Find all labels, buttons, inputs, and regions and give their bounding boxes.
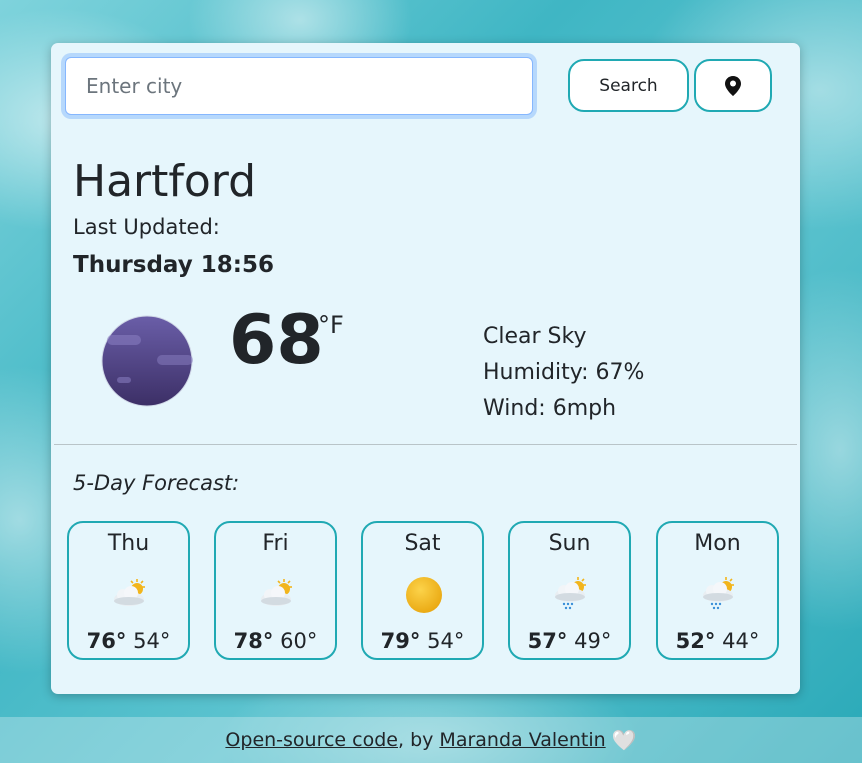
temperature-unit-toggle[interactable]: °F [318, 311, 344, 339]
rain-cloud-sun-icon [703, 577, 734, 610]
forecast-day-name: Mon [694, 531, 741, 556]
forecast-low: 60° [280, 629, 318, 653]
forecast-low: 44° [722, 629, 760, 653]
weather-card: Search Hartford Last Updated: Thursday 1… [51, 43, 800, 694]
humidity-value: Humidity: 67% [483, 360, 645, 385]
forecast-day-name: Sat [404, 531, 441, 556]
forecast-temps: 76° 54° [69, 629, 188, 653]
author-link[interactable]: Maranda Valentin [439, 729, 605, 751]
heart-icon: 🤍 [611, 728, 637, 752]
forecast-temps: 78° 60° [216, 629, 335, 653]
forecast-temps: 52° 44° [658, 629, 777, 653]
forecast-day-card: Mon 52° 44° [656, 521, 779, 660]
forecast-day-name: Fri [262, 531, 289, 556]
partly-cloudy-icon [261, 579, 292, 606]
forecast-day-name: Sun [548, 531, 591, 556]
forecast-high: 52° [675, 629, 716, 653]
forecast-high: 79° [380, 629, 421, 653]
forecast-day-card: Fri 78° 60° [214, 521, 337, 660]
footer-by-text: , by [397, 729, 440, 751]
city-search-input[interactable] [65, 57, 533, 115]
forecast-title: 5-Day Forecast: [73, 471, 240, 495]
forecast-low: 54° [427, 629, 465, 653]
sun-icon [406, 577, 442, 613]
last-updated-datetime: Thursday 18:56 [73, 252, 274, 278]
forecast-high: 76° [86, 629, 127, 653]
open-source-code-link[interactable]: Open-source code [225, 729, 398, 751]
forecast-temps: 57° 49° [510, 629, 629, 653]
forecast-high: 78° [233, 629, 274, 653]
forecast-day-name: Thu [107, 531, 150, 556]
forecast-low: 54° [133, 629, 171, 653]
forecast-low: 49° [574, 629, 612, 653]
map-pin-icon [725, 75, 741, 96]
forecast-day-card: Sat 79° 54° [361, 521, 484, 660]
clear-night-moon-icon [101, 315, 193, 407]
partly-cloudy-icon [114, 579, 145, 606]
current-temperature: 68 [229, 301, 324, 380]
weather-details: Clear Sky Humidity: 67% Wind: 6mph [483, 319, 644, 427]
last-updated-label: Last Updated: [73, 215, 220, 239]
rain-cloud-sun-icon [555, 577, 586, 610]
wind-value: Wind: 6mph [483, 396, 617, 421]
divider [54, 444, 797, 445]
forecast-high: 57° [527, 629, 568, 653]
forecast-day-card: Thu 76° 54° [67, 521, 190, 660]
forecast-list: Thu 76° 54° Fri 78° 60° Sat 79° 54° Sun … [67, 521, 779, 661]
weather-description: Clear Sky [483, 324, 587, 349]
footer: Open-source code, by Maranda Valentin 🤍 [0, 717, 862, 763]
forecast-temps: 79° 54° [363, 629, 482, 653]
city-name: Hartford [73, 156, 257, 207]
forecast-day-card: Sun 57° 49° [508, 521, 631, 660]
search-button[interactable]: Search [568, 59, 689, 112]
current-location-button[interactable] [694, 59, 772, 112]
